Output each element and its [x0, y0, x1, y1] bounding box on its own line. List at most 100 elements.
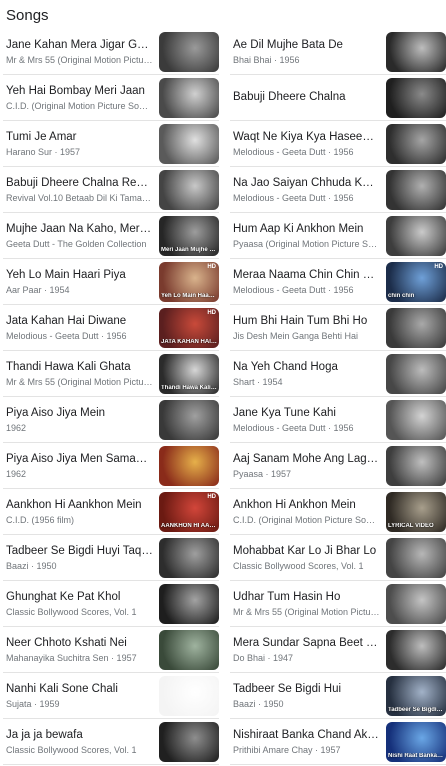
song-thumbnail[interactable]: chin chin HD [386, 262, 446, 302]
thumbnail-caption: JATA KAHAN HAI DIWANE [161, 339, 217, 345]
song-thumbnail[interactable] [159, 78, 219, 118]
song-thumbnail[interactable] [386, 124, 446, 164]
song-thumbnail[interactable] [386, 538, 446, 578]
song-thumbnail[interactable] [386, 584, 446, 624]
song-text: Babuji Dheere Chalna [230, 90, 386, 106]
song-thumbnail[interactable] [159, 584, 219, 624]
song-subtitle: Harano Sur · 1957 [6, 147, 81, 157]
song-text: Meraa Naama Chin Chin Chu Melodious - Gee… [230, 268, 386, 296]
song-item[interactable]: Meraa Naama Chin Chin Chu Melodious - Gee… [230, 260, 446, 305]
song-subtitle: Mahanayika Suchitra Sen · 1957 [6, 653, 137, 663]
song-item[interactable]: Waqt Ne Kiya Kya Haseen Sitam Melodious -… [230, 122, 446, 167]
song-title: Jane Kya Tune Kahi [233, 407, 336, 419]
song-thumbnail[interactable] [386, 354, 446, 394]
song-item[interactable]: Neer Chhoto Kshati Nei Mahanayika Suchitr… [3, 628, 219, 673]
thumbnail-caption: chin chin [388, 293, 415, 299]
song-item[interactable]: Babuji Dheere Chalna [230, 76, 446, 121]
song-thumbnail[interactable] [386, 630, 446, 670]
song-item[interactable]: Hum Aap Ki Ankhon Mein Pyaasa (Original M… [230, 214, 446, 259]
song-thumbnail[interactable] [159, 538, 219, 578]
song-thumbnail[interactable] [159, 170, 219, 210]
song-thumbnail[interactable]: Nishi Raat Banka Chand [386, 722, 446, 762]
song-item[interactable]: Thandi Hawa Kali Ghata Mr & Mrs 55 (Origi… [3, 352, 219, 397]
song-text: Aankhon Hi Aankhon Mein C.I.D. (1956 film… [3, 498, 159, 526]
song-item[interactable]: Piya Aiso Jiya Men Samaye Gayo Re 1962 [3, 444, 219, 489]
song-thumbnail[interactable]: Thandi Hawa Kali Ghata [159, 354, 219, 394]
song-item[interactable]: Mera Sundar Sapna Beet Gaya Do Bhai · 194… [230, 628, 446, 673]
song-item[interactable]: Ja ja ja bewafa Classic Bollywood Scores,… [3, 720, 219, 765]
song-thumbnail[interactable] [386, 308, 446, 348]
song-item[interactable]: Na Jao Saiyan Chhuda Ke Baiyan Melodious … [230, 168, 446, 213]
song-subtitle: Revival Vol.10 Betaab Dil Ki Tamanna [6, 193, 153, 203]
song-subtitle: Classic Bollywood Scores, Vol. 1 [6, 745, 137, 755]
song-title: Waqt Ne Kiya Kya Haseen Sitam [233, 131, 380, 143]
song-item[interactable]: Ae Dil Mujhe Bata De Bhai Bhai · 1956 [230, 30, 446, 75]
song-text: Ae Dil Mujhe Bata De Bhai Bhai · 1956 [230, 38, 386, 66]
song-subtitle: Pyaasa · 1957 [233, 469, 292, 479]
song-thumbnail[interactable]: LYRICAL VIDEO [386, 492, 446, 532]
song-subtitle: Melodious - Geeta Dutt · 1956 [233, 147, 354, 157]
song-item[interactable]: Yeh Lo Main Haari Piya Aar Paar · 1954 Yeh… [3, 260, 219, 305]
song-text: Hum Bhi Hain Tum Bhi Ho Jis Desh Mein Gan… [230, 314, 386, 342]
song-thumbnail[interactable] [159, 400, 219, 440]
song-title: Babuji Dheere Chalna [233, 91, 346, 103]
song-item[interactable]: Mujhe Jaan Na Kaho, Meri Jaan Geeta Dutt … [3, 214, 219, 259]
song-thumbnail[interactable] [386, 446, 446, 486]
song-title: Piya Aiso Jiya Mein [6, 407, 106, 419]
song-thumbnail[interactable] [386, 78, 446, 118]
song-item[interactable]: Aaj Sanam Mohe Ang Laga Lo Pyaasa · 1957 [230, 444, 446, 489]
song-item[interactable]: Jane Kya Tune Kahi Melodious - Geeta Dutt… [230, 398, 446, 443]
song-text: Ankhon Hi Ankhon Mein C.I.D. (Original Mo… [230, 498, 386, 526]
song-thumbnail[interactable] [386, 170, 446, 210]
song-item[interactable]: Babuji Dheere Chalna Revival Revival Vol.… [3, 168, 219, 213]
song-thumbnail[interactable] [159, 630, 219, 670]
section-title-text: Songs [6, 6, 49, 24]
song-item[interactable]: Piya Aiso Jiya Mein 1962 [3, 398, 219, 443]
song-title: Babuji Dheere Chalna Revival [6, 177, 153, 189]
song-thumbnail[interactable]: AANKHON HI AANKHON MEIN HD [159, 492, 219, 532]
song-item[interactable]: Tumi Je Amar Harano Sur · 1957 [3, 122, 219, 167]
song-thumbnail[interactable] [159, 446, 219, 486]
song-thumbnail[interactable] [386, 400, 446, 440]
song-subtitle: Baazi · 1950 [233, 699, 284, 709]
song-text: Jane Kahan Mera Jigar Gaya Ji Mr & Mrs 55… [3, 38, 159, 66]
song-title: Jata Kahan Hai Diwane [6, 315, 127, 327]
hd-badge-icon: HD [207, 494, 216, 500]
song-item[interactable]: Mohabbat Kar Lo Ji Bhar Lo Classic Bollyw… [230, 536, 446, 581]
thumbnail-caption: Thandi Hawa Kali Ghata [161, 385, 217, 391]
song-thumbnail[interactable] [386, 216, 446, 256]
song-text: Jane Kya Tune Kahi Melodious - Geeta Dutt… [230, 406, 386, 434]
song-item[interactable]: Udhar Tum Hasin Ho Mr & Mrs 55 (Original … [230, 582, 446, 627]
song-item[interactable]: Tadbeer Se Bigdi Huyi Taqdeer Baazi · 195… [3, 536, 219, 581]
song-subtitle: Baazi · 1950 [6, 561, 57, 571]
song-thumbnail[interactable]: Meri Jaan Mujhe Jaan [159, 216, 219, 256]
song-thumbnail[interactable]: Tadbeer Se Bigdi Hui [386, 676, 446, 716]
thumbnail-caption: Meri Jaan Mujhe Jaan [161, 247, 217, 253]
song-item[interactable]: Ghunghat Ke Pat Khol Classic Bollywood Sc… [3, 582, 219, 627]
song-thumbnail[interactable] [386, 32, 446, 72]
song-subtitle: Aar Paar · 1954 [6, 285, 70, 295]
song-item[interactable]: Hum Bhi Hain Tum Bhi Ho Jis Desh Mein Gan… [230, 306, 446, 351]
song-text: Babuji Dheere Chalna Revival Revival Vol.… [3, 176, 159, 204]
song-item[interactable]: Ankhon Hi Ankhon Mein C.I.D. (Original Mo… [230, 490, 446, 535]
song-thumbnail[interactable] [159, 32, 219, 72]
song-item[interactable]: Aankhon Hi Aankhon Mein C.I.D. (1956 film… [3, 490, 219, 535]
song-item[interactable]: Jata Kahan Hai Diwane Melodious - Geeta D… [3, 306, 219, 351]
song-thumbnail[interactable] [159, 124, 219, 164]
song-thumbnail[interactable] [159, 676, 219, 716]
song-item[interactable]: Nishiraat Banka Chand Akashe Prithibi Ama… [230, 720, 446, 765]
song-thumbnail[interactable]: Yeh Lo Main Haari Piya HD [159, 262, 219, 302]
song-thumbnail[interactable]: JATA KAHAN HAI DIWANE HD [159, 308, 219, 348]
song-subtitle: Melodious - Geeta Dutt · 1956 [233, 423, 354, 433]
song-title: Na Jao Saiyan Chhuda Ke Baiyan [233, 177, 380, 189]
song-item[interactable]: Nanhi Kali Sone Chali Sujata · 1959 [3, 674, 219, 719]
song-subtitle: C.I.D. (1956 film) [6, 515, 75, 525]
song-item[interactable]: Jane Kahan Mera Jigar Gaya Ji Mr & Mrs 55… [3, 30, 219, 75]
song-item[interactable]: Yeh Hai Bombay Meri Jaan C.I.D. (Original… [3, 76, 219, 121]
song-item[interactable]: Na Yeh Chand Hoga Shart · 1954 [230, 352, 446, 397]
song-text: Jata Kahan Hai Diwane Melodious - Geeta D… [3, 314, 159, 342]
song-item[interactable]: Tadbeer Se Bigdi Hui Baazi · 1950 Tadbeer … [230, 674, 446, 719]
song-thumbnail[interactable] [159, 722, 219, 762]
song-text: Neer Chhoto Kshati Nei Mahanayika Suchitr… [3, 636, 159, 664]
song-text: Tadbeer Se Bigdi Hui Baazi · 1950 [230, 682, 386, 710]
